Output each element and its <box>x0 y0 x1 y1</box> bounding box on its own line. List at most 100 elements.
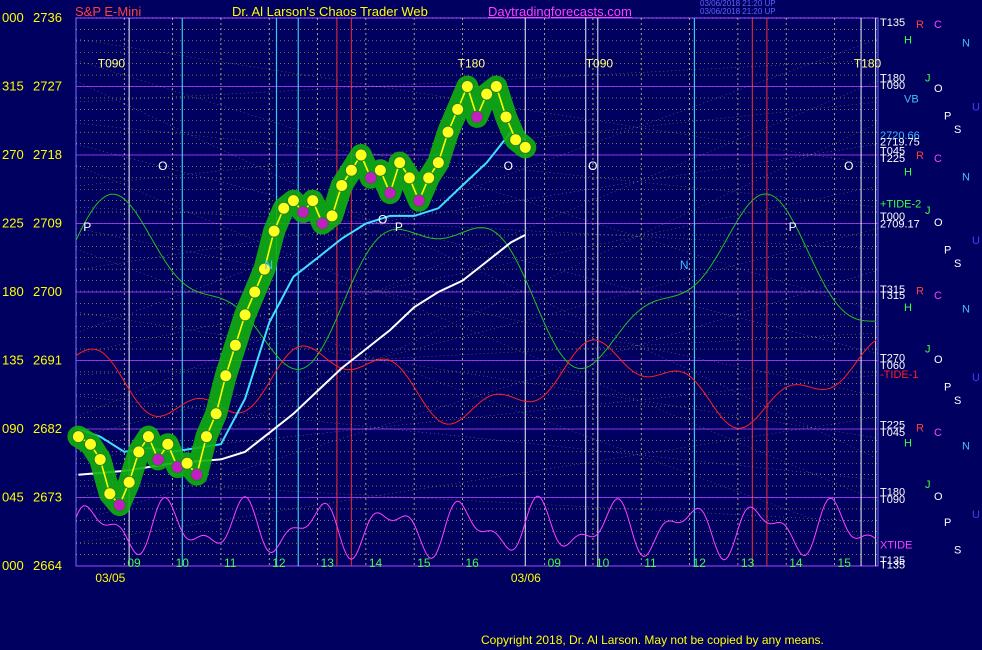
date-label: 03/06 <box>511 571 541 585</box>
right-level-label: O <box>934 491 943 503</box>
price-high-dot <box>238 308 252 322</box>
hour-label: 09 <box>127 556 141 570</box>
turn-annotation: T180 <box>854 56 882 70</box>
y-angle-label: 090 <box>2 421 24 436</box>
right-level-label: T135 <box>880 559 905 571</box>
right-level-label: J <box>925 205 931 217</box>
price-high-dot <box>161 437 175 451</box>
right-level-label: T090 <box>880 80 905 92</box>
price-low-dot <box>190 468 204 482</box>
y-price-label: 2673 <box>33 490 62 505</box>
turn-annotation: T090 <box>586 56 614 70</box>
hour-label: 10 <box>176 556 190 570</box>
price-low-dot <box>151 452 165 466</box>
right-level-label: T315 <box>880 290 905 302</box>
right-level-label: S <box>954 544 961 556</box>
price-high-dot <box>228 338 242 352</box>
symbol-label: S&P E-Mini <box>75 4 142 19</box>
price-high-dot <box>393 156 407 170</box>
price-high-dot <box>335 178 349 192</box>
price-high-dot <box>132 445 146 459</box>
turn-annotation: T090 <box>98 56 126 70</box>
price-high-dot <box>103 487 117 501</box>
right-level-label: R <box>916 285 924 297</box>
hour-label: 11 <box>644 556 657 570</box>
right-level-label: C <box>934 427 942 439</box>
y-angle-label: 180 <box>2 284 24 299</box>
right-level-label: O <box>934 217 943 229</box>
right-level-label: R <box>916 150 924 162</box>
y-price-label: 2736 <box>33 10 62 25</box>
right-level-label: S <box>954 258 961 270</box>
price-high-dot <box>141 430 155 444</box>
price-high-dot <box>248 285 262 299</box>
price-high-dot <box>460 80 474 93</box>
hour-label: 11 <box>224 556 237 570</box>
right-level-label: +TIDE-2 <box>880 199 921 211</box>
p-mark: P <box>83 220 91 234</box>
hour-label: 15 <box>417 556 431 570</box>
price-low-dot <box>296 205 310 219</box>
price-high-dot <box>431 156 445 170</box>
price-high-dot <box>373 163 387 177</box>
price-high-dot <box>71 430 85 444</box>
hour-label: 16 <box>466 556 480 570</box>
right-level-label: U <box>972 509 980 521</box>
price-high-dot <box>325 209 339 223</box>
y-angle-label: 045 <box>2 490 24 505</box>
right-level-label: H <box>904 302 912 314</box>
right-level-label: S <box>954 124 961 136</box>
price-high-dot <box>180 456 194 470</box>
price-high-dot <box>209 407 223 421</box>
y-angle-label: 225 <box>2 216 24 231</box>
price-low-dot <box>470 110 484 124</box>
right-level-label: T045 <box>880 427 905 439</box>
y-price-label: 2718 <box>33 147 62 162</box>
right-level-label: U <box>972 101 980 113</box>
right-level-label: O <box>934 354 943 366</box>
right-level-label: H <box>904 167 912 179</box>
y-price-label: 2727 <box>33 79 62 94</box>
y-price-label: 2709 <box>33 216 62 231</box>
turn-annotation: T180 <box>458 56 486 70</box>
right-level-label: U <box>972 372 980 384</box>
right-level-label: -TIDE-1 <box>880 369 919 381</box>
price-high-dot <box>93 452 107 466</box>
right-level-label: O <box>934 83 943 95</box>
right-level-label: T225 <box>880 153 905 165</box>
price-low-dot <box>383 186 397 200</box>
copyright-footer: Copyright 2018, Dr. Al Larson. May not b… <box>481 633 824 647</box>
right-level-label: 2709.17 <box>880 219 920 231</box>
hour-label: 12 <box>693 556 707 570</box>
hour-label: 12 <box>272 556 286 570</box>
timestamp-line-2: 03/06/2018 21:20 UP <box>700 7 776 16</box>
date-label: 03/05 <box>95 571 125 585</box>
price-high-dot <box>441 125 455 139</box>
site-link[interactable]: Daytradingforecasts.com <box>488 4 632 19</box>
page-title: Dr. Al Larson's Chaos Trader Web <box>232 4 428 19</box>
y-price-label: 2691 <box>33 353 62 368</box>
price-high-dot <box>499 110 513 124</box>
price-high-dot <box>354 148 368 162</box>
right-level-label: S <box>954 395 961 407</box>
price-high-dot <box>489 80 503 93</box>
price-high-dot <box>344 163 358 177</box>
y-angle-label: 000 <box>2 10 24 25</box>
price-high-dot <box>122 475 136 489</box>
o-mark: O <box>158 159 167 173</box>
right-level-label: N <box>962 304 970 316</box>
right-level-label: R <box>916 422 924 434</box>
price-high-dot <box>451 102 465 116</box>
chaos-trader-chart: 000 2736 315 2727 270 2718 225 2709 180 2700 135 26… <box>0 0 982 650</box>
o-mark: O <box>504 159 513 173</box>
right-level-label: N <box>962 441 970 453</box>
hour-label: 14 <box>369 556 383 570</box>
price-high-dot <box>199 430 213 444</box>
hour-label: 13 <box>321 556 335 570</box>
price-high-dot <box>267 224 281 238</box>
right-level-label: J <box>925 479 931 491</box>
right-level-label: U <box>972 235 980 247</box>
price-high-dot <box>306 194 320 208</box>
y-price-label: 2700 <box>33 284 62 299</box>
y-price-label: 2682 <box>33 421 62 436</box>
